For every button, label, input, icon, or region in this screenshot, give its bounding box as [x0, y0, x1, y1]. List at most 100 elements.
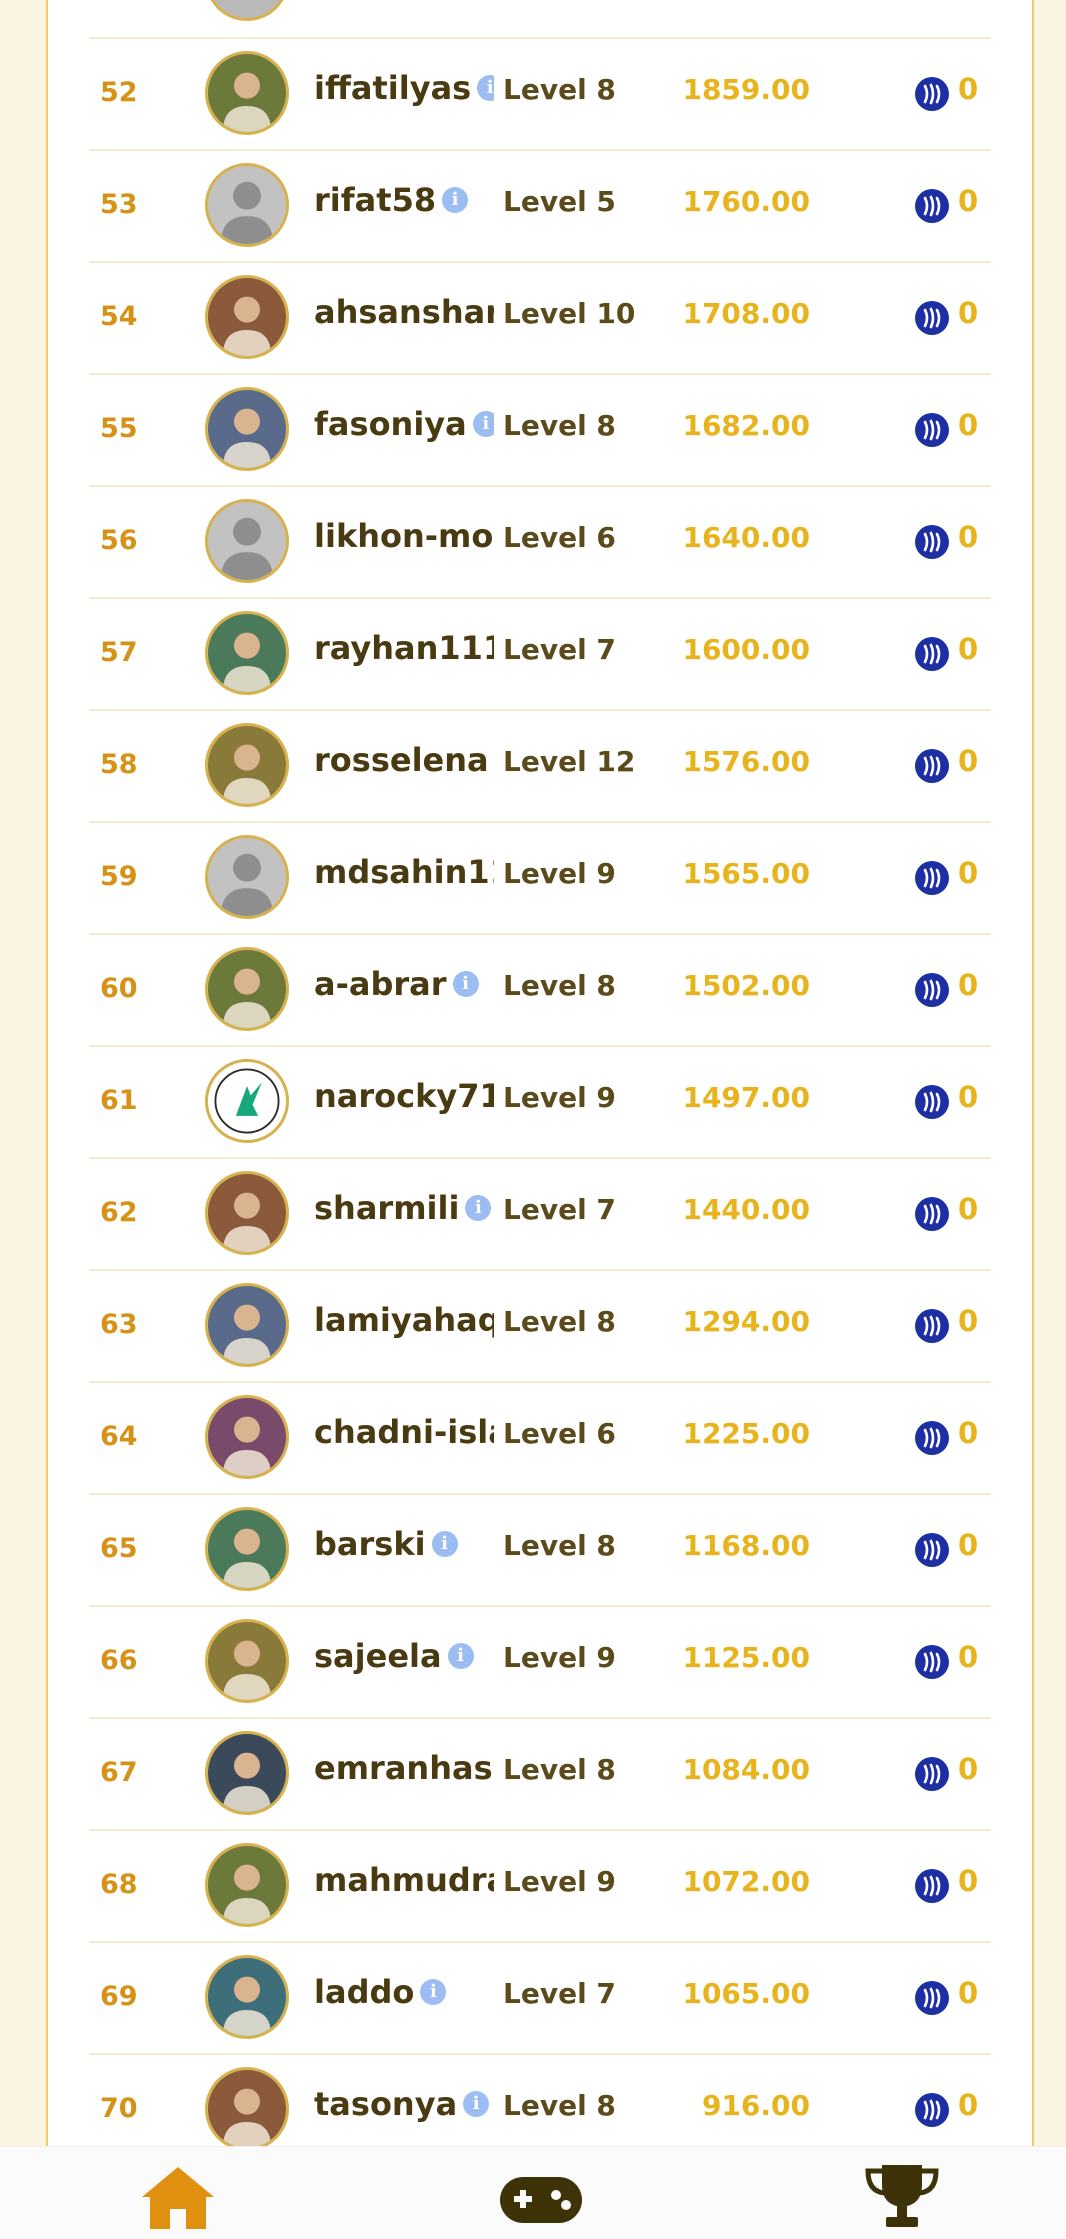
avatar[interactable] [205, 2067, 289, 2151]
table-row[interactable]: 64 chadni-islami Level 6 1225.00 0 [90, 1381, 990, 1493]
points-value: 1168.00 [682, 1529, 810, 1562]
rank-number: 57 [100, 637, 138, 668]
username[interactable]: laddo [314, 1973, 414, 2011]
steem-icon [915, 973, 949, 1007]
avatar[interactable] [205, 1395, 289, 1479]
info-icon[interactable]: i [465, 1195, 492, 1221]
table-row[interactable]: 55 fasoniya i Level 8 1682.00 0 [90, 373, 990, 485]
table-row-partial[interactable] [90, 0, 990, 37]
username[interactable]: mahmudrahman [314, 1861, 494, 1899]
avatar[interactable] [205, 1619, 289, 1703]
info-icon[interactable]: i [463, 2091, 490, 2117]
username[interactable]: fasoniya [314, 405, 467, 443]
table-row[interactable]: 66 sajeela i Level 9 1125.00 0 [90, 1605, 990, 1717]
steem-icon [915, 525, 949, 559]
username-cell: fasoniya i [314, 405, 494, 453]
table-row[interactable]: 58 rosselenai Level 12 1576.00 0 [90, 709, 990, 821]
info-icon[interactable]: i [477, 75, 494, 101]
avatar[interactable] [205, 1171, 289, 1255]
username-cell: lamiyahaquei [314, 1301, 494, 1349]
steem-icon [915, 1533, 949, 1567]
steem-icon [915, 1981, 949, 2015]
nav-home-button[interactable] [138, 2161, 218, 2233]
info-icon[interactable]: i [442, 187, 469, 213]
points-value: 1640.00 [682, 521, 810, 554]
avatar[interactable] [205, 723, 289, 807]
steem-icon [915, 1757, 949, 1791]
username[interactable]: iffatilyas [314, 69, 471, 107]
table-row[interactable]: 69 laddo i Level 7 1065.00 0 [90, 1941, 990, 2053]
steem-icon [915, 413, 949, 447]
username[interactable]: a-abrar [314, 965, 447, 1003]
username[interactable]: rifat58 [314, 181, 436, 219]
steem-icon [915, 77, 949, 111]
table-row[interactable]: 63 lamiyahaquei Level 8 1294.00 0 [90, 1269, 990, 1381]
username[interactable]: sharmili [314, 1189, 459, 1227]
table-row[interactable]: 65 barski i Level 8 1168.00 0 [90, 1493, 990, 1605]
avatar[interactable] [205, 499, 289, 583]
home-icon [138, 2161, 218, 2233]
username[interactable]: rayhan111 [314, 629, 494, 667]
rank-number: 62 [100, 1197, 138, 1228]
avatar[interactable] [205, 387, 289, 471]
username[interactable]: mdsahin111 [314, 853, 494, 891]
avatar[interactable] [205, 1843, 289, 1927]
avatar [205, 0, 289, 21]
info-icon[interactable]: i [447, 1643, 474, 1669]
steem-icon [915, 861, 949, 895]
reward-value: 0 [958, 1864, 979, 1898]
user-level: Level 10 [503, 297, 636, 330]
avatar[interactable] [205, 1507, 289, 1591]
reward-value: 0 [958, 408, 979, 442]
info-icon[interactable]: i [420, 1979, 447, 2005]
table-row[interactable]: 67 emranhasani Level 8 1084.00 0 [90, 1717, 990, 1829]
avatar[interactable] [205, 1283, 289, 1367]
username[interactable]: sajeela [314, 1637, 442, 1675]
username[interactable]: narocky71 [314, 1077, 494, 1115]
info-icon[interactable]: i [472, 411, 494, 437]
username-cell: tasonya i [314, 2085, 494, 2133]
rank-number: 58 [100, 749, 138, 780]
avatar[interactable] [205, 163, 289, 247]
rank-number: 59 [100, 861, 138, 892]
user-level: Level 8 [503, 1753, 616, 1786]
table-row[interactable]: 57 rayhan111i Level 7 1600.00 0 [90, 597, 990, 709]
avatar[interactable] [205, 1955, 289, 2039]
reward-value: 0 [958, 1192, 979, 1226]
username[interactable]: lamiyahaque [314, 1301, 494, 1339]
username-cell: rifat58 i [314, 181, 494, 229]
username[interactable]: tasonya [314, 2085, 457, 2123]
table-row[interactable]: 56 likhon-moni Level 6 1640.00 0 [90, 485, 990, 597]
nav-leaderboard-button[interactable] [862, 2161, 942, 2233]
username[interactable]: rosselena [314, 741, 489, 779]
avatar[interactable] [205, 947, 289, 1031]
table-row[interactable]: 53 rifat58 i Level 5 1760.00 0 [90, 149, 990, 261]
info-icon[interactable]: i [431, 1531, 458, 1557]
table-row[interactable]: 52 iffatilyas i Level 8 1859.00 0 [90, 37, 990, 149]
table-row[interactable]: 68 mahmudrahmani Level 9 1072.00 0 [90, 1829, 990, 1941]
avatar[interactable] [205, 51, 289, 135]
table-row[interactable]: 60 a-abrar i Level 8 1502.00 0 [90, 933, 990, 1045]
avatar[interactable] [205, 1059, 289, 1143]
points-value: 1859.00 [682, 73, 810, 106]
username-cell: barski i [314, 1525, 494, 1573]
table-row[interactable]: 61 narocky71i Level 9 1497.00 0 [90, 1045, 990, 1157]
table-row[interactable]: 59 mdsahin111i Level 9 1565.00 0 [90, 821, 990, 933]
username[interactable]: ahsansharif [314, 293, 494, 331]
avatar[interactable] [205, 835, 289, 919]
avatar[interactable] [205, 1731, 289, 1815]
username[interactable]: barski [314, 1525, 426, 1563]
avatar[interactable] [205, 611, 289, 695]
table-row[interactable]: 54 ahsansharifi Level 10 1708.00 0 [90, 261, 990, 373]
avatar[interactable] [205, 275, 289, 359]
username[interactable]: chadni-islam [314, 1413, 494, 1451]
rank-number: 65 [100, 1533, 138, 1564]
username-cell: a-abrar i [314, 965, 494, 1013]
username[interactable]: likhon-mon [314, 517, 494, 555]
nav-games-button[interactable] [498, 2161, 584, 2233]
info-icon[interactable]: i [452, 971, 479, 997]
points-value: 1072.00 [682, 1865, 810, 1898]
username[interactable]: emranhasan [314, 1749, 494, 1787]
table-row[interactable]: 62 sharmili i Level 7 1440.00 0 [90, 1157, 990, 1269]
user-level: Level 6 [503, 521, 616, 554]
